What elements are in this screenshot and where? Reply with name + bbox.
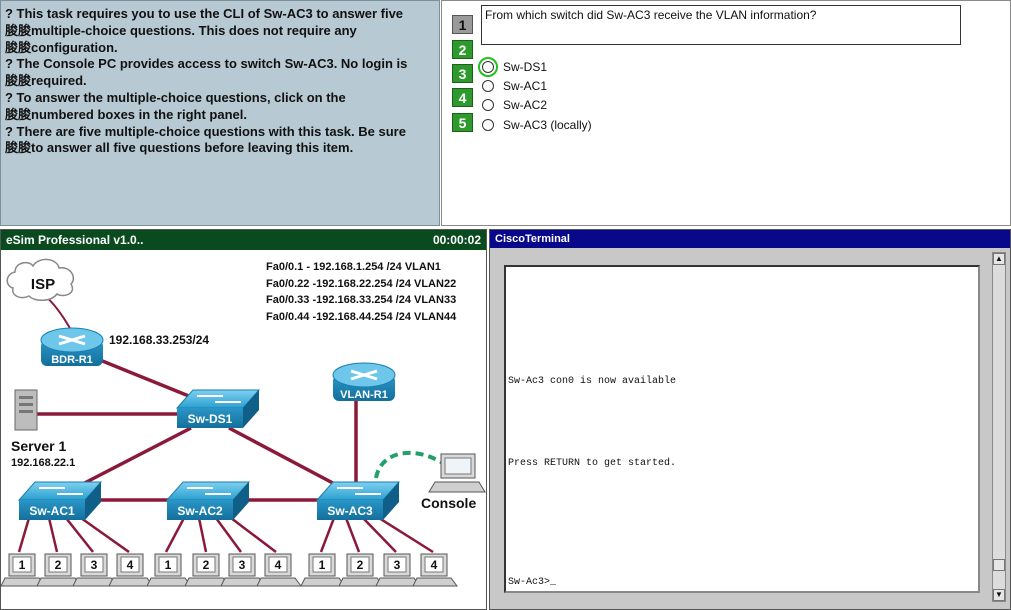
instruction-line: ? This task requires you to use the CLI … <box>5 6 404 21</box>
pc-icon: 1 <box>146 553 192 587</box>
svg-text:1: 1 <box>19 558 26 572</box>
isp-cloud-icon: ISP <box>6 258 75 301</box>
scroll-down-icon[interactable]: ▼ <box>993 589 1005 601</box>
router-bdr-ip: 192.168.33.253/24 <box>109 333 209 347</box>
option-label: Sw-AC2 <box>503 98 548 112</box>
option-sw-ac3-locally[interactable]: Sw-AC3 (locally) <box>482 116 592 134</box>
instructions-panel: ? This task requires you to use the CLI … <box>0 0 440 226</box>
question-number-5[interactable]: 5 <box>452 113 473 132</box>
switch-ac2-label: Sw-AC2 <box>177 504 223 518</box>
switch-icon: Sw-AC1 <box>17 481 103 520</box>
cisco-terminal-window: CiscoTerminal Sw-Ac3 con0 is now availab… <box>489 229 1011 610</box>
scroll-thumb[interactable] <box>993 559 1005 571</box>
pc-icon: 2 <box>36 553 82 587</box>
terminal-titlebar: CiscoTerminal <box>490 230 1010 248</box>
option-label: Sw-AC1 <box>503 79 548 93</box>
terminal-scrollbar[interactable]: ▲ ▼ <box>992 252 1006 602</box>
pc-icon: 4 <box>256 553 302 587</box>
radio-button[interactable] <box>482 119 494 131</box>
instruction-line: 朘朘configuration. <box>5 39 118 55</box>
switch-icon: Sw-AC2 <box>165 481 251 520</box>
router-icon: BDR-R1 <box>40 327 104 366</box>
subinterface-line-4: Fa0/0.44 -192.168.44.254 /24 VLAN44 <box>266 311 457 323</box>
question-number-3[interactable]: 3 <box>452 64 473 83</box>
svg-text:3: 3 <box>394 558 401 572</box>
question-number-1[interactable]: 1 <box>452 15 473 34</box>
radio-button[interactable] <box>482 99 494 111</box>
question-text: From which switch did Sw-AC3 receive the… <box>481 5 961 45</box>
subinterface-line-3: Fa0/0.33 -192.168.33.254 /24 VLAN33 <box>266 294 456 306</box>
instruction-line: 朘朘required. <box>5 73 87 89</box>
svg-text:1: 1 <box>319 558 326 572</box>
pc-icon: 4 <box>108 553 154 587</box>
option-label: Sw-DS1 <box>503 60 548 74</box>
switch-ac1-label: Sw-AC1 <box>29 504 75 518</box>
question-number-4[interactable]: 4 <box>452 88 473 107</box>
pc-icon: 2 <box>184 553 230 587</box>
pc-icon: 3 <box>220 553 266 587</box>
terminal-output-line: Press RETURN to get started. <box>508 458 677 469</box>
radio-button[interactable] <box>478 57 498 77</box>
pc-icon: 3 <box>72 553 118 587</box>
svg-text:2: 2 <box>357 558 364 572</box>
svg-text:1: 1 <box>165 558 172 572</box>
svg-text:4: 4 <box>275 558 282 572</box>
esim-title: eSim Professional v1.0.. <box>6 233 144 247</box>
option-sw-ac2[interactable]: Sw-AC2 <box>482 96 547 114</box>
svg-text:2: 2 <box>203 558 210 572</box>
switch-ds1-label: Sw-DS1 <box>188 412 233 426</box>
subinterface-line-2: Fa0/0.22 -192.168.22.254 /24 VLAN22 <box>266 278 456 290</box>
pc-icon: 1 <box>300 553 346 587</box>
radio-button[interactable] <box>482 80 494 92</box>
router-bdr-label: BDR-R1 <box>51 354 93 366</box>
console-label: Console <box>421 495 476 511</box>
svg-text:4: 4 <box>431 558 438 572</box>
esim-panel: eSim Professional v1.0.. 00:00:02 ISP BD… <box>0 229 487 610</box>
router-icon: VLAN-R1 <box>332 362 396 401</box>
subinterface-line-1: Fa0/0.1 - 192.168.1.254 /24 VLAN1 <box>266 261 441 273</box>
terminal-output-line: Sw-Ac3 con0 is now available <box>508 376 677 387</box>
instruction-line: ? To answer the multiple-choice question… <box>5 89 346 105</box>
option-label: Sw-AC3 (locally) <box>503 118 592 132</box>
console-pc-icon <box>428 453 486 493</box>
terminal-screen[interactable]: Sw-Ac3 con0 is now available Press RETUR… <box>504 265 980 593</box>
question-number-2[interactable]: 2 <box>452 40 473 59</box>
router-vlan-label: VLAN-R1 <box>340 389 388 401</box>
esim-titlebar: eSim Professional v1.0.. 00:00:02 <box>1 230 486 250</box>
switch-ac3-label: Sw-AC3 <box>327 504 373 518</box>
terminal-prompt: Sw-Ac3>_ <box>508 577 557 588</box>
svg-text:3: 3 <box>239 558 246 572</box>
server-icon <box>14 389 38 431</box>
svg-text:3: 3 <box>91 558 98 572</box>
console-cable <box>374 450 448 479</box>
instruction-line: ? There are five multiple-choice questio… <box>5 123 406 139</box>
instruction-line: 朘朘multiple-choice questions. This does n… <box>5 22 357 38</box>
isp-label: ISP <box>31 276 55 293</box>
switch-icon: Sw-DS1 <box>175 389 261 428</box>
pc-icon: 3 <box>375 553 421 587</box>
question-panel: 1 2 3 4 5 From which switch did Sw-AC3 r… <box>441 0 1011 226</box>
instruction-line: 朘朘numbered boxes in the right panel. <box>5 106 247 122</box>
switch-icon: Sw-AC3 <box>315 481 401 520</box>
option-sw-ds1[interactable]: Sw-DS1 <box>478 57 548 77</box>
instruction-line: 朘朘to answer all five questions before le… <box>5 140 354 156</box>
server-ip: 192.168.22.1 <box>11 457 75 469</box>
pc-row: 1 2 3 4 1 2 3 4 1 2 3 4 <box>1 553 458 587</box>
pc-icon: 1 <box>1 553 46 587</box>
option-sw-ac1[interactable]: Sw-AC1 <box>482 77 547 95</box>
scroll-up-icon[interactable]: ▲ <box>993 253 1005 265</box>
pc-icon: 2 <box>338 553 384 587</box>
svg-text:2: 2 <box>55 558 62 572</box>
server-label: Server 1 <box>11 438 66 454</box>
svg-text:4: 4 <box>127 558 134 572</box>
instruction-line: ? The Console PC provides access to swit… <box>5 56 408 72</box>
topology-diagram: ISP BDR-R1 192.168.33.253/24 Fa0/0.1 - 1… <box>1 258 486 587</box>
pc-icon: 4 <box>412 553 458 587</box>
esim-timer: 00:00:02 <box>432 233 481 247</box>
